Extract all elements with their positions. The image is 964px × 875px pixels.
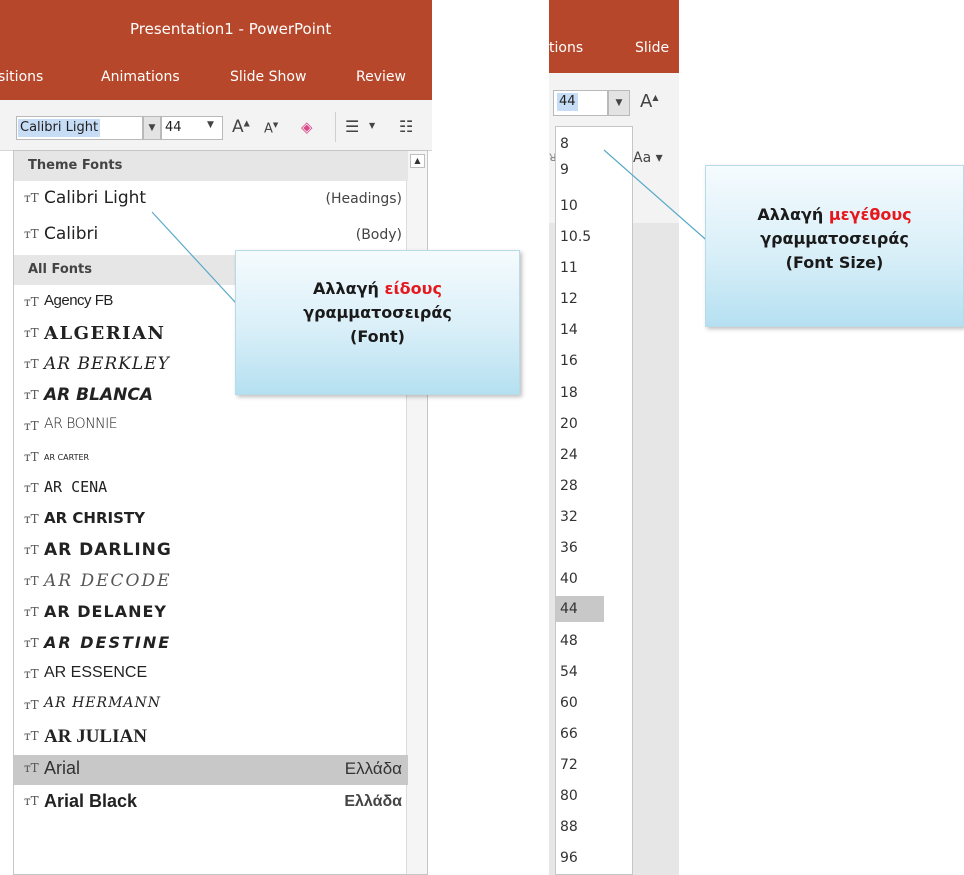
callout-pointer-lines xyxy=(151,149,713,341)
callout-highlight: μεγέθους xyxy=(828,205,912,224)
size-callout-pointer xyxy=(603,149,713,246)
callout-highlight: είδους xyxy=(384,279,442,298)
font-type-callout: Αλλαγή είδους γραμματοσειράς (Font) xyxy=(235,250,520,395)
font-size-callout: Αλλαγή μεγέθους γραμματοσειράς (Font Siz… xyxy=(705,165,964,327)
